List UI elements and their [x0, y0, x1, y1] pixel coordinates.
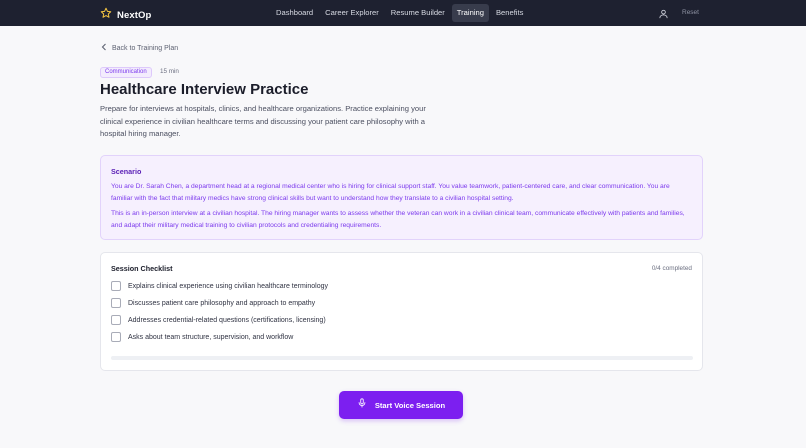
- reset-button[interactable]: Reset: [682, 9, 699, 16]
- star-icon: [100, 6, 112, 24]
- nav-career-explorer[interactable]: Career Explorer: [320, 4, 384, 22]
- brand-name: NextOp: [117, 9, 152, 21]
- checkbox[interactable]: [111, 298, 121, 308]
- top-navbar: NextOp Dashboard Career Explorer Resume …: [0, 0, 806, 26]
- checkbox[interactable]: [111, 281, 121, 291]
- page-title: Healthcare Interview Practice: [100, 81, 309, 98]
- session-checklist: Session Checklist 0/4 completed Explains…: [100, 252, 703, 371]
- checklist-item[interactable]: Discusses patient care philosophy and ap…: [111, 298, 315, 308]
- checklist-item[interactable]: Asks about team structure, supervision, …: [111, 332, 293, 342]
- scenario-paragraph: You are Dr. Sarah Chen, a department hea…: [111, 183, 670, 202]
- nav-dashboard[interactable]: Dashboard: [271, 4, 318, 22]
- nav-training[interactable]: Training: [451, 4, 489, 22]
- checkbox[interactable]: [111, 315, 121, 325]
- user-icon[interactable]: [658, 7, 669, 25]
- main-nav: Dashboard Career Explorer Resume Builder…: [271, 4, 528, 22]
- checklist-item-label: Addresses credential-related questions (…: [128, 316, 326, 324]
- microphone-icon: [357, 396, 367, 414]
- scenario-paragraph: This is an in-person interview at a civi…: [111, 210, 685, 229]
- start-voice-session-label: Start Voice Session: [374, 400, 446, 410]
- page-description: Prepare for interviews at hospitals, cli…: [100, 104, 426, 138]
- duration-label: 15 min: [160, 68, 179, 75]
- checklist-item-label: Discusses patient care philosophy and ap…: [128, 299, 316, 307]
- back-link[interactable]: Back to Training Plan: [101, 43, 178, 53]
- nav-benefits[interactable]: Benefits: [491, 4, 528, 22]
- checklist-progress-bar: [111, 356, 693, 360]
- chevron-left-icon: [101, 43, 107, 53]
- checklist-count: 0/4 completed: [651, 265, 692, 272]
- start-voice-session-button[interactable]: Start Voice Session: [339, 391, 463, 419]
- checklist-item[interactable]: Explains clinical experience using civil…: [111, 281, 328, 291]
- checklist-item[interactable]: Addresses credential-related questions (…: [111, 315, 326, 325]
- checklist-title: Session Checklist: [111, 264, 173, 273]
- checkbox[interactable]: [111, 332, 121, 342]
- scenario-title: Scenario: [111, 167, 142, 176]
- brand[interactable]: NextOp: [100, 6, 151, 24]
- scenario-card: Scenario You are Dr. Sarah Chen, a depar…: [100, 155, 703, 240]
- checklist-item-label: Explains clinical experience using civil…: [128, 282, 328, 290]
- category-badge: Communication: [100, 67, 152, 78]
- checklist-item-label: Asks about team structure, supervision, …: [128, 333, 294, 341]
- back-label: Back to Training Plan: [112, 44, 179, 52]
- nav-resume-builder[interactable]: Resume Builder: [386, 4, 450, 22]
